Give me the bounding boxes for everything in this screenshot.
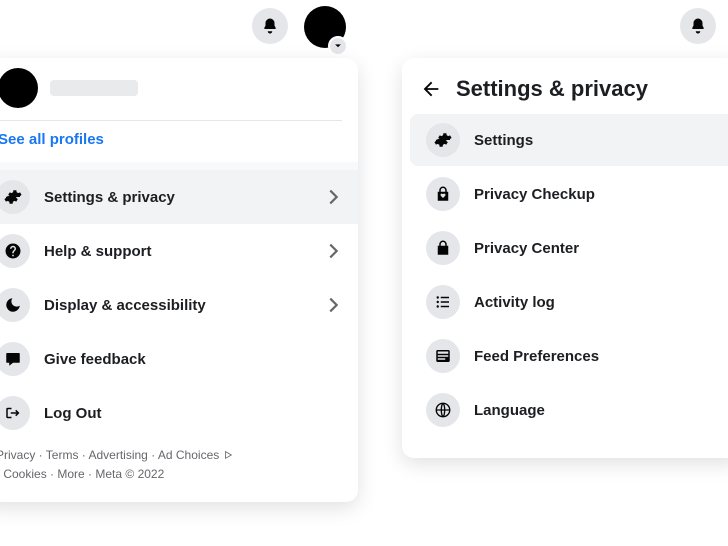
menu-item-label: Display & accessibility	[44, 297, 308, 314]
chevron-right-icon	[322, 186, 344, 208]
logout-icon	[0, 396, 30, 430]
settings-item-privacy-center[interactable]: Privacy Center	[410, 222, 728, 274]
chevron-right-icon	[322, 294, 344, 316]
chevron-down-icon	[333, 41, 343, 51]
bell-icon	[261, 17, 279, 35]
footer-privacy[interactable]: Privacy	[0, 448, 35, 462]
gear-icon	[426, 123, 460, 157]
settings-item-label: Activity log	[474, 294, 718, 311]
footer-meta: Meta © 2022	[95, 467, 164, 481]
settings-item-feed-preferences[interactable]: Feed Preferences	[410, 330, 728, 382]
footer-cookies[interactable]: Cookies	[3, 467, 46, 481]
settings-item-label: Privacy Center	[474, 240, 718, 257]
settings-item-language[interactable]: Language	[410, 384, 728, 436]
section-gap	[0, 162, 358, 170]
help-icon	[0, 234, 30, 268]
chevron-right-icon	[322, 240, 344, 262]
notifications-button[interactable]	[680, 8, 716, 44]
see-all-profiles-link[interactable]: See all profiles	[0, 123, 358, 162]
profile-name-placeholder	[50, 80, 138, 96]
menu-item-help-support[interactable]: Help & support	[0, 224, 358, 278]
account-menu-toggle[interactable]	[328, 36, 348, 56]
settings-item-activity-log[interactable]: Activity log	[410, 276, 728, 328]
footer-terms[interactable]: Terms	[46, 448, 79, 462]
feed-icon	[426, 339, 460, 373]
ad-choices-icon	[223, 450, 233, 460]
settings-item-label: Language	[474, 402, 718, 419]
footer-links: Privacy · Terms · Advertising · Ad Choic…	[0, 440, 358, 502]
avatar	[0, 68, 38, 108]
profile-row[interactable]	[0, 58, 358, 112]
menu-item-log-out[interactable]: Log Out	[0, 386, 358, 440]
list-icon	[426, 285, 460, 319]
footer-more[interactable]: More	[57, 467, 84, 481]
notifications-button[interactable]	[252, 8, 288, 44]
topbar-left	[0, 0, 364, 46]
gear-icon	[0, 180, 30, 214]
topbar-right	[400, 0, 728, 46]
settings-item-privacy-checkup[interactable]: Privacy Checkup	[410, 168, 728, 220]
panel-title: Settings & privacy	[456, 76, 648, 102]
menu-item-label: Give feedback	[44, 351, 344, 368]
settings-item-label: Feed Preferences	[474, 348, 718, 365]
settings-item-settings[interactable]: Settings	[410, 114, 728, 166]
account-menu-panel: See all profiles Settings & privacy Help…	[0, 58, 358, 502]
menu-item-display-accessibility[interactable]: Display & accessibility	[0, 278, 358, 332]
menu-item-settings-privacy[interactable]: Settings & privacy	[0, 170, 358, 224]
footer-ad-choices[interactable]: Ad Choices	[158, 448, 219, 462]
menu-item-label: Settings & privacy	[44, 189, 308, 206]
feedback-icon	[0, 342, 30, 376]
settings-item-label: Settings	[474, 132, 718, 149]
settings-privacy-panel: Settings & privacy Settings Privacy Chec…	[402, 58, 728, 458]
lock-heart-icon	[426, 177, 460, 211]
menu-item-label: Help & support	[44, 243, 308, 260]
back-button[interactable]	[420, 78, 442, 100]
settings-item-label: Privacy Checkup	[474, 186, 718, 203]
menu-item-give-feedback[interactable]: Give feedback	[0, 332, 358, 386]
menu-item-label: Log Out	[44, 405, 344, 422]
bell-icon	[689, 17, 707, 35]
globe-icon	[426, 393, 460, 427]
lock-icon	[426, 231, 460, 265]
divider	[0, 120, 342, 121]
footer-advertising[interactable]: Advertising	[88, 448, 147, 462]
moon-icon	[0, 288, 30, 322]
